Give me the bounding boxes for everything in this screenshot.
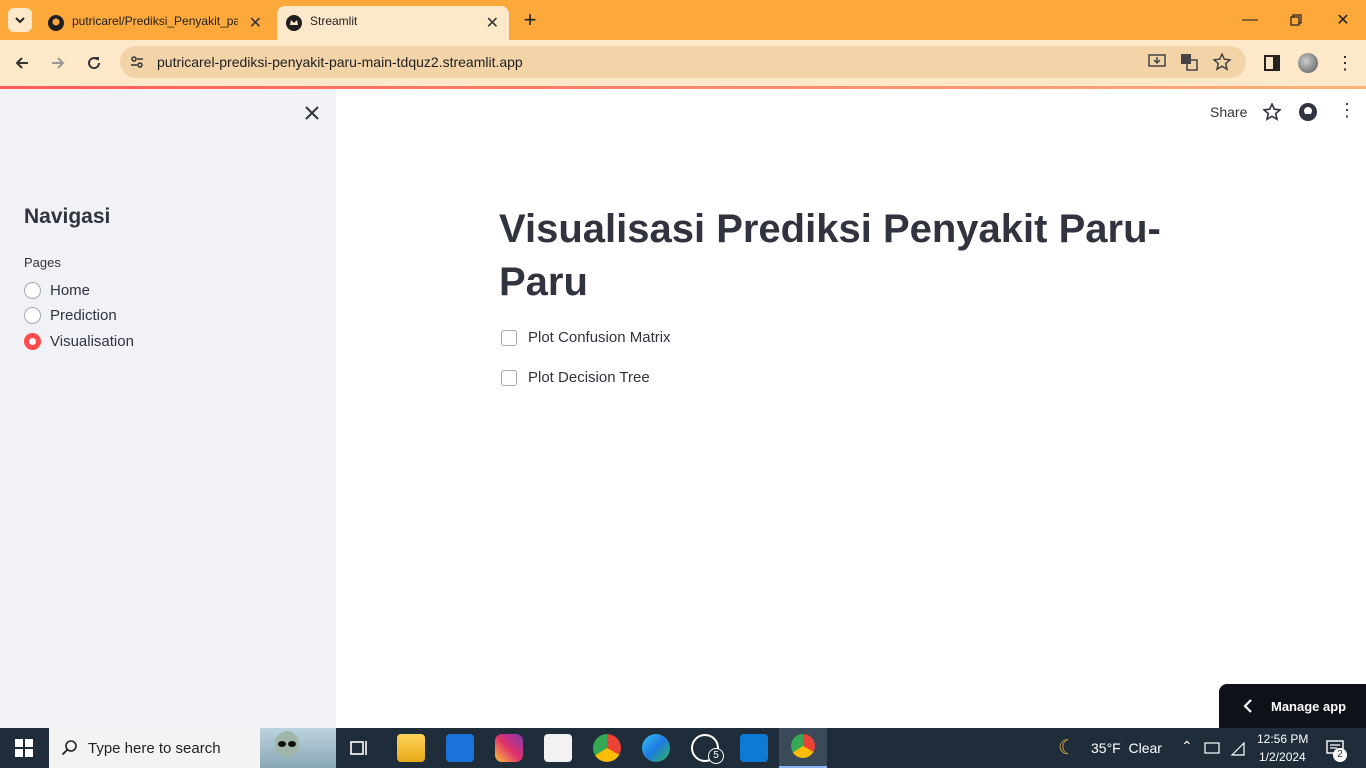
search-highlight-image xyxy=(260,728,336,768)
taskbar-search-box[interactable]: Type here to search xyxy=(49,728,336,768)
url-text: putricarel-prediksi-penyakit-paru-main-t… xyxy=(157,54,523,70)
task-view-icon[interactable] xyxy=(350,739,370,757)
radio-button-selected[interactable] xyxy=(24,333,41,350)
restore-icon xyxy=(1290,14,1302,26)
show-hidden-icons-icon[interactable]: ⌃ xyxy=(1181,738,1193,755)
close-icon[interactable]: ✕ xyxy=(249,13,262,33)
radio-option-visualisation[interactable]: Visualisation xyxy=(24,333,134,350)
tab-streamlit-label: Streamlit xyxy=(310,14,358,28)
clock-time[interactable]: 12:56 PM xyxy=(1257,732,1308,746)
main-content: Share ⋮ Visualisasi Prediksi Penyakit Pa… xyxy=(336,89,1366,728)
share-button[interactable]: Share xyxy=(1210,104,1247,120)
active-chrome-taskbar-item[interactable] xyxy=(779,728,827,768)
weather-text[interactable]: 35°F Clear xyxy=(1091,740,1162,756)
streamlit-crown-icon xyxy=(286,15,302,31)
checkbox-confusion-matrix[interactable]: Plot Confusion Matrix xyxy=(501,329,671,346)
radio-button[interactable] xyxy=(24,282,41,299)
chrome-icon xyxy=(791,734,815,758)
translate-icon[interactable] xyxy=(1180,53,1198,71)
reload-icon xyxy=(88,57,101,70)
page-title: Visualisasi Prediksi Penyakit Paru-Paru xyxy=(499,207,1161,304)
windows-start-icon[interactable] xyxy=(15,739,33,757)
edge-icon[interactable] xyxy=(642,734,670,762)
browser-toolbar: putricarel-prediksi-penyakit-paru-main-t… xyxy=(0,40,1366,86)
tab-streamlit[interactable]: Streamlit ✕ xyxy=(277,6,509,40)
close-icon[interactable]: ✕ xyxy=(486,13,499,33)
mail-icon[interactable] xyxy=(446,734,474,762)
restore-button[interactable] xyxy=(1273,0,1319,40)
tab-github[interactable]: putricarel/Prediksi_Penyakit_pa ✕ xyxy=(40,6,272,40)
checkbox[interactable] xyxy=(501,369,517,386)
radio-option-label: Visualisation xyxy=(50,333,134,350)
radio-option-prediction[interactable]: Prediction xyxy=(24,307,117,324)
new-tab-button[interactable]: + xyxy=(518,8,542,32)
chrome-icon[interactable] xyxy=(593,734,621,762)
network-icon[interactable] xyxy=(1230,742,1246,756)
manage-app-label: Manage app xyxy=(1271,698,1347,714)
radio-option-label: Prediction xyxy=(50,307,117,324)
arrow-right-icon xyxy=(52,57,65,69)
search-placeholder: Type here to search xyxy=(88,739,221,757)
chevron-down-icon xyxy=(15,17,25,24)
sidebar-title: Navigasi xyxy=(24,205,111,228)
address-bar[interactable]: putricarel-prediksi-penyakit-paru-main-t… xyxy=(120,46,1246,78)
alien-icon xyxy=(275,731,299,757)
notification-count: 2 xyxy=(1333,748,1347,762)
profile-avatar[interactable] xyxy=(1298,53,1318,73)
back-button[interactable] xyxy=(7,48,37,78)
taskbar: Type here to search 5 ☾ 35°F Clear ⌃ 12:… xyxy=(0,728,1366,768)
manage-app-button[interactable]: Manage app xyxy=(1219,684,1366,728)
close-sidebar-button[interactable] xyxy=(302,103,322,123)
arrow-left-icon xyxy=(15,57,28,69)
chevron-left-icon xyxy=(1243,699,1252,713)
checkbox-label: Plot Confusion Matrix xyxy=(528,329,671,346)
tab-github-label: putricarel/Prediksi_Penyakit_pa xyxy=(72,14,238,28)
install-app-icon[interactable] xyxy=(1148,54,1166,70)
radio-option-home[interactable]: Home xyxy=(24,282,90,299)
moon-weather-icon: ☾ xyxy=(1058,737,1076,759)
microsoft-store-icon[interactable] xyxy=(544,734,572,762)
clock-date[interactable]: 1/2/2024 xyxy=(1259,750,1306,764)
checkbox-label: Plot Decision Tree xyxy=(528,369,650,386)
forward-button[interactable] xyxy=(43,48,73,78)
whatsapp-badge: 5 xyxy=(708,748,724,764)
radio-option-label: Home xyxy=(50,282,91,299)
instagram-icon[interactable] xyxy=(495,734,523,762)
site-info-icon xyxy=(131,56,143,68)
file-explorer-icon[interactable] xyxy=(397,734,425,762)
browser-menu-icon[interactable]: ⋮ xyxy=(1336,52,1354,74)
close-window-button[interactable]: ✕ xyxy=(1320,0,1366,40)
sidebar: Navigasi Pages Home Prediction Visualisa… xyxy=(0,89,336,728)
reload-button[interactable] xyxy=(79,48,109,78)
vscode-icon[interactable] xyxy=(740,734,768,762)
search-icon xyxy=(61,740,77,756)
github-icon xyxy=(48,15,64,31)
github-icon[interactable] xyxy=(1299,103,1317,121)
checkbox[interactable] xyxy=(501,329,517,346)
keyboard-language-icon[interactable] xyxy=(1204,741,1220,755)
minimize-button[interactable]: — xyxy=(1227,0,1273,40)
checkbox-decision-tree[interactable]: Plot Decision Tree xyxy=(501,369,650,386)
bookmark-star-icon[interactable] xyxy=(1213,53,1231,71)
radio-button[interactable] xyxy=(24,307,41,324)
side-panel-icon[interactable] xyxy=(1264,55,1280,71)
close-icon xyxy=(305,106,319,120)
pages-radio-label: Pages xyxy=(24,255,61,270)
tab-search-button[interactable] xyxy=(8,8,32,32)
browser-titlebar: putricarel/Prediksi_Penyakit_pa ✕ Stream… xyxy=(0,0,1366,40)
star-icon[interactable] xyxy=(1263,103,1281,121)
app-menu-icon[interactable]: ⋮ xyxy=(1338,100,1356,122)
